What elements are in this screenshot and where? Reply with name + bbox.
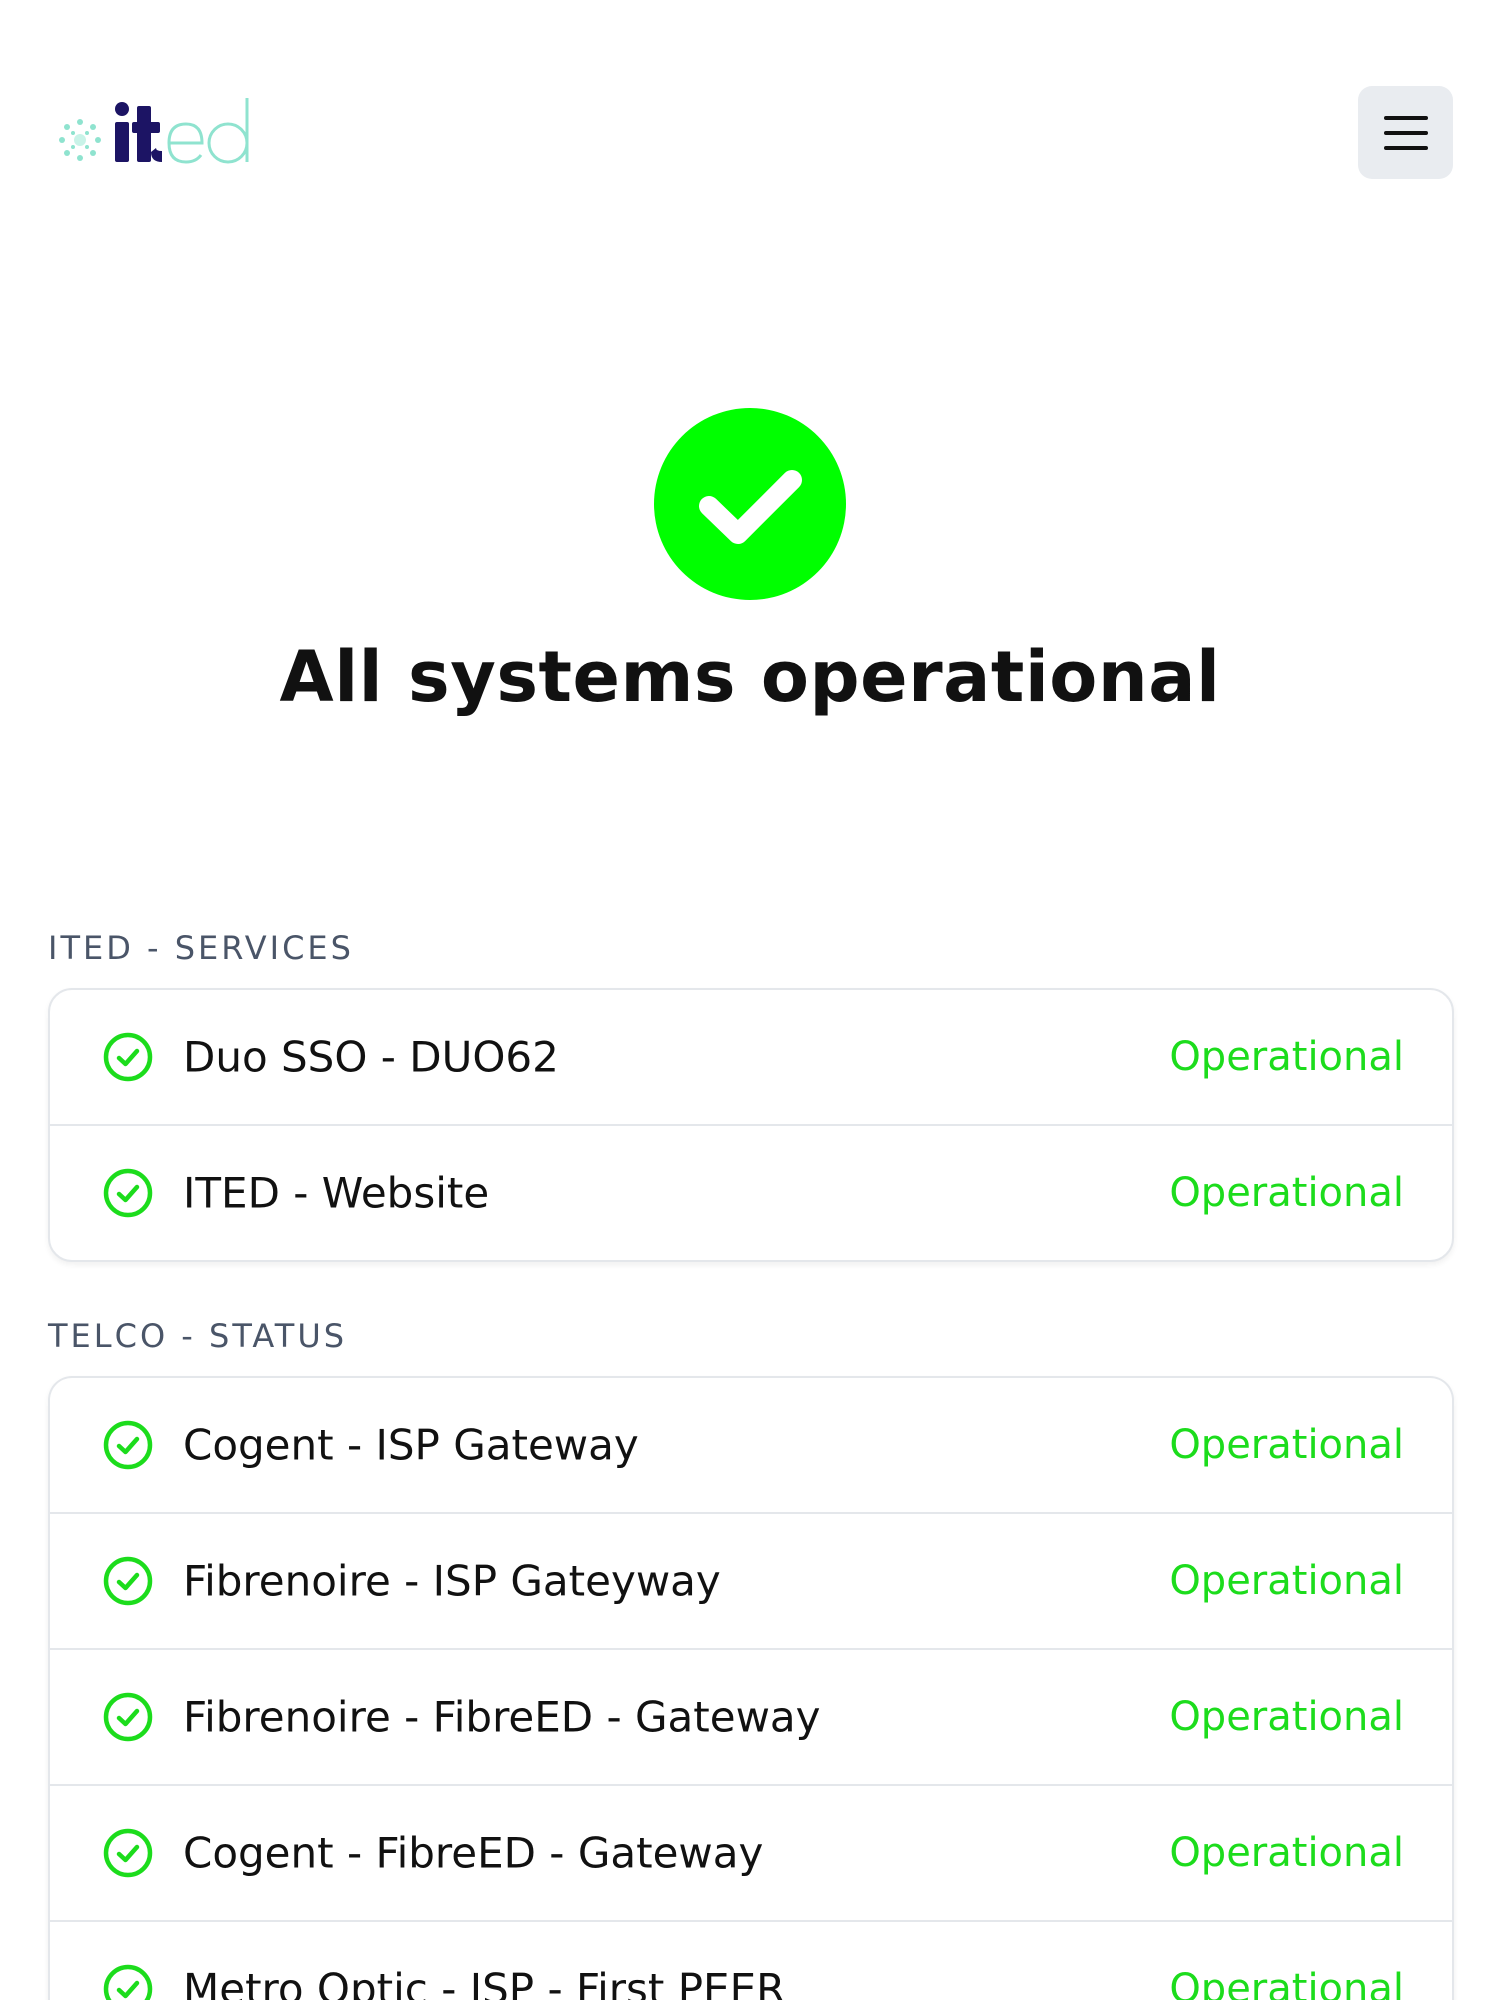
service-group-card: Cogent - ISP Gateway Operational Fibrenoir… [48, 1376, 1454, 2000]
menu-button[interactable] [1358, 86, 1453, 179]
service-status: Operational [1169, 1170, 1404, 1216]
service-group-card: Duo SSO - DUO62 Operational ITED - Website… [48, 988, 1454, 1262]
check-circle-icon [103, 1032, 153, 1082]
service-row[interactable]: Duo SSO - DUO62 Operational [50, 990, 1452, 1124]
ited-logo-graphic [59, 98, 249, 164]
service-name: Cogent - ISP Gateway [183, 1420, 639, 1470]
service-name: Duo SSO - DUO62 [183, 1032, 559, 1082]
service-row[interactable]: Fibrenoire - ISP Gateyway Operational [50, 1512, 1452, 1648]
check-circle-icon [654, 408, 846, 600]
header [0, 0, 1500, 230]
service-name: Metro Optic - ISP - First PEER [183, 1964, 786, 2000]
ited-logo[interactable] [52, 92, 292, 172]
service-status: Operational [1169, 1034, 1404, 1080]
check-circle-icon [103, 1828, 153, 1878]
service-row[interactable]: Metro Optic - ISP - First PEER Operationa… [50, 1920, 1452, 2000]
sunburst-icon [59, 119, 101, 161]
service-status: Operational [1169, 1558, 1404, 1604]
service-status: Operational [1169, 1830, 1404, 1876]
hamburger-icon [1383, 115, 1428, 150]
check-circle-icon [103, 1964, 153, 2000]
service-row[interactable]: Cogent - ISP Gateway Operational [50, 1378, 1452, 1512]
service-name: Fibrenoire - ISP Gateyway [183, 1556, 721, 1606]
check-circle-icon [103, 1420, 153, 1470]
group-label: TELCO - STATUS [48, 1317, 348, 1355]
service-status: Operational [1169, 1422, 1404, 1468]
service-name: ITED - Website [183, 1168, 490, 1218]
group-label: ITED - SERVICES [48, 929, 354, 967]
overall-status-title: All systems operational [279, 636, 1221, 718]
service-name: Cogent - FibreED - Gateway [183, 1828, 764, 1878]
check-circle-icon [103, 1556, 153, 1606]
service-name: Fibrenoire - FibreED - Gateway [183, 1692, 821, 1742]
check-circle-icon [103, 1692, 153, 1742]
service-row[interactable]: ITED - Website Operational [50, 1124, 1452, 1260]
service-row[interactable]: Cogent - FibreED - Gateway Operational [50, 1784, 1452, 1920]
status-page: All systems operational ITED - SERVICES D… [0, 0, 1500, 2000]
service-status: Operational [1169, 1694, 1404, 1740]
check-circle-icon [103, 1168, 153, 1218]
service-status: Operational [1169, 1966, 1404, 2000]
service-row[interactable]: Fibrenoire - FibreED - Gateway Operationa… [50, 1648, 1452, 1784]
